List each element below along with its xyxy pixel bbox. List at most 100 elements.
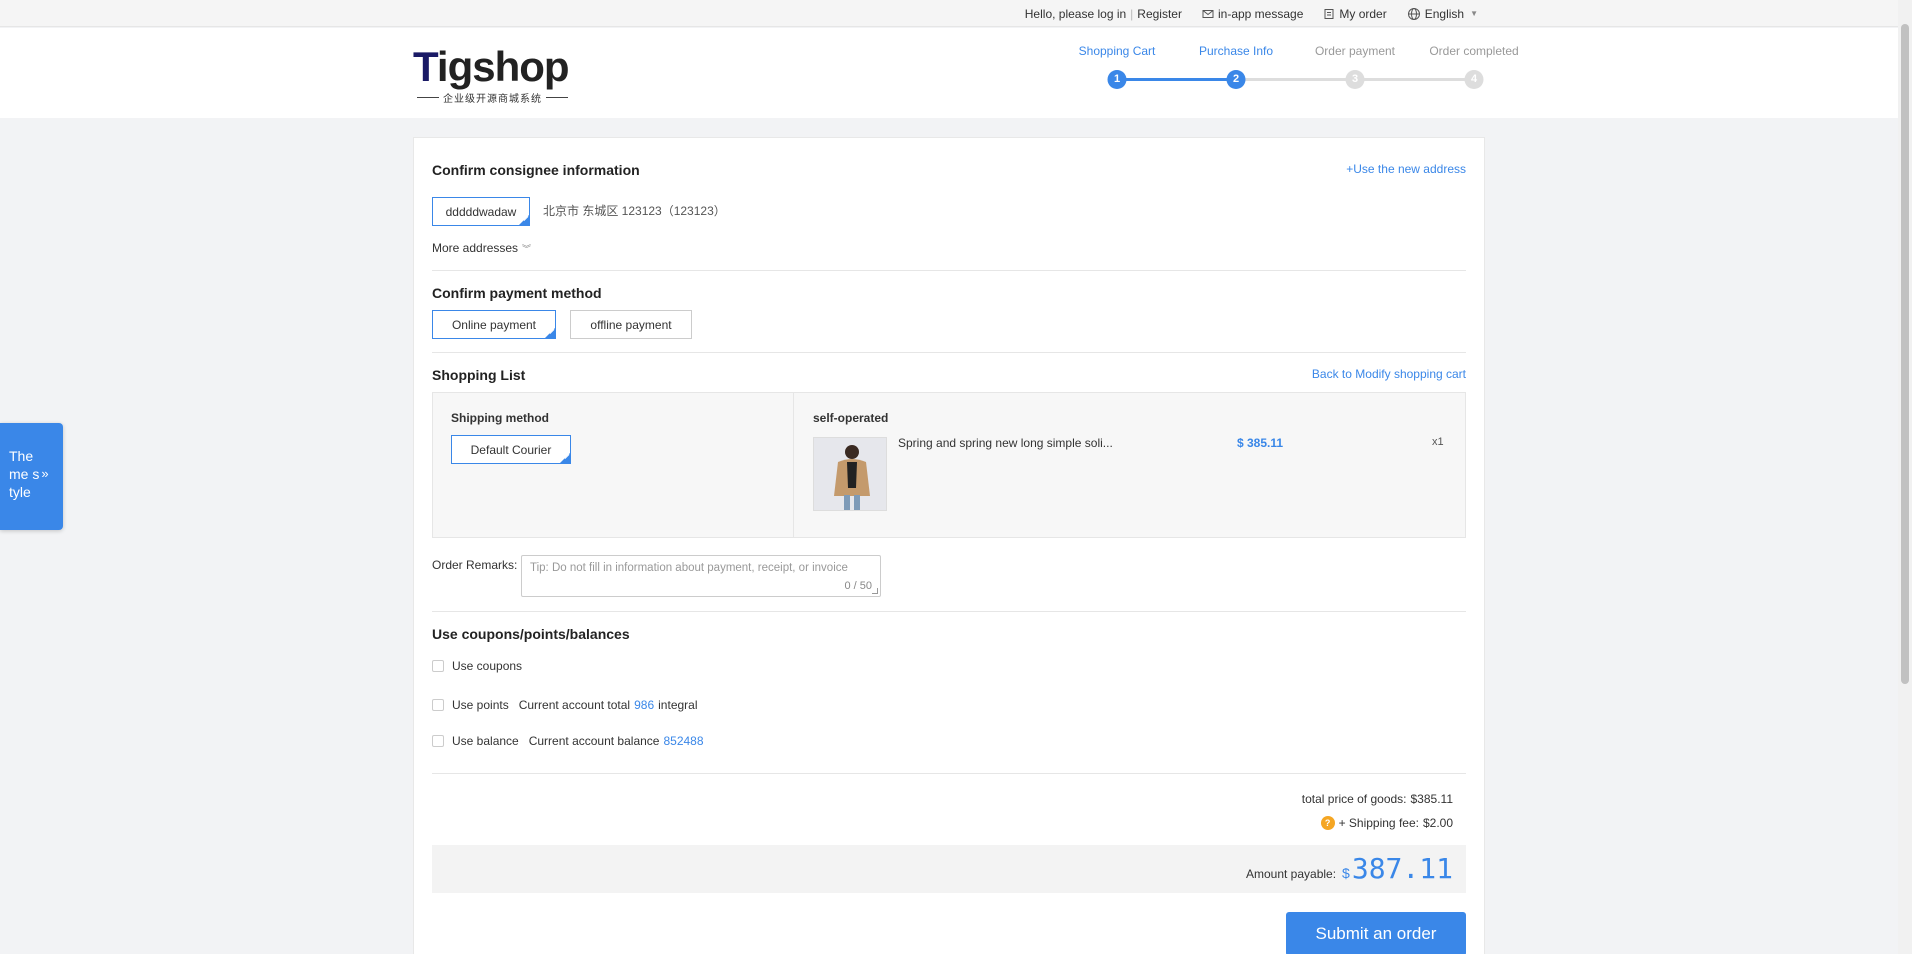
resize-handle-icon[interactable] (872, 588, 878, 594)
step-line-3 (1355, 78, 1474, 81)
remarks-label: Order Remarks: (432, 558, 518, 572)
logo-wordmark: Tigshop (413, 43, 570, 90)
shopping-list-title: Shopping List (432, 367, 526, 383)
scrollbar-thumb[interactable] (1901, 24, 1909, 684)
header: Tigshop 企业级开源商城系统 Shopping Cart Purchase… (0, 28, 1898, 118)
currency-symbol: $ (1342, 865, 1350, 881)
payment-title: Confirm payment method (432, 285, 602, 301)
theme-tab-line2-row: me s » (9, 465, 63, 483)
double-chevron-right-icon: » (41, 466, 49, 481)
online-payment-label: Online payment (451, 317, 537, 332)
points-unit: integral (658, 698, 698, 712)
divider (432, 611, 1466, 612)
shipping-method-title: Shipping method (451, 411, 549, 425)
top-bar-links: Hello, please log in | Register in-app m… (1025, 0, 1478, 27)
my-order-label: My order (1339, 6, 1387, 21)
step-line-2 (1236, 78, 1355, 81)
question-icon[interactable]: ? (1320, 816, 1335, 830)
step-label-cart: Shopping Cart (1078, 44, 1156, 58)
step-line-1 (1117, 78, 1236, 81)
step-label-purchase: Purchase Info (1198, 44, 1274, 58)
balance-desc: Current account balance (528, 734, 660, 748)
back-to-cart-link[interactable]: Back to Modify shopping cart (1312, 367, 1466, 381)
points-value: 986 (634, 698, 655, 712)
shipping-fee-value: $2.00 (1422, 816, 1453, 830)
amount-payable-label: Amount payable: (1245, 867, 1337, 881)
offline-payment-option[interactable]: offline payment (570, 310, 692, 339)
double-chevron-down-icon: ︾ (522, 243, 532, 254)
top-bar: Hello, please log in | Register in-app m… (0, 0, 1898, 27)
selected-check-icon (544, 327, 556, 339)
product-photo (814, 438, 886, 510)
shipping-method-panel: Shipping method Default Courier (433, 393, 794, 537)
points-checkbox[interactable] (432, 699, 444, 711)
logo-subtitle: 企业级开源商城系统 (417, 90, 568, 105)
mail-icon (1202, 9, 1214, 18)
submit-order-button[interactable]: Submit an order (1286, 912, 1466, 954)
product-image[interactable] (813, 437, 887, 511)
checkout-card: Confirm consignee information +Use the n… (413, 137, 1485, 954)
points-desc: Current account total (518, 698, 631, 712)
selected-check-icon (518, 214, 530, 226)
use-coupons-option[interactable]: Use coupons (432, 659, 522, 673)
divider (432, 773, 1466, 774)
use-points-option[interactable]: Use points Current account total 986 int… (432, 698, 698, 712)
language-selector[interactable]: English ▼ (1407, 7, 1478, 21)
discounts-title: Use coupons/points/balances (432, 626, 630, 642)
address-name: dddddwadaw (445, 204, 517, 219)
use-balance-option[interactable]: Use balance Current account balance 8524… (432, 734, 704, 748)
balance-value: 852488 (663, 734, 704, 748)
step-dot-2: 2 (1226, 70, 1246, 89)
balance-checkbox[interactable] (432, 735, 444, 747)
more-addresses-toggle[interactable]: More addresses ︾ (432, 241, 531, 255)
message-link[interactable]: in-app message (1202, 7, 1303, 21)
step-dot-4: 4 (1464, 70, 1484, 89)
globe-icon (1407, 7, 1420, 20)
shipping-fee-label: + Shipping fee: (1338, 816, 1419, 830)
product-name[interactable]: Spring and spring new long simple soli..… (898, 436, 1113, 450)
consignee-title: Confirm consignee information (432, 162, 640, 178)
store-name: self-operated (813, 411, 889, 425)
new-address-link[interactable]: +Use the new address (1346, 162, 1466, 176)
checkout-progress: Shopping Cart Purchase Info Order paymen… (1060, 44, 1530, 94)
amount-payable-bar: Amount payable: $ 387.11 (432, 845, 1466, 893)
remarks-textarea[interactable]: Tip: Do not fill in information about pa… (521, 555, 881, 597)
remarks-placeholder: Tip: Do not fill in information about pa… (530, 562, 848, 574)
coupons-label: Use coupons (452, 659, 523, 673)
coupons-checkbox[interactable] (432, 660, 444, 672)
my-order-link[interactable]: My order (1323, 6, 1387, 21)
message-label: in-app message (1217, 6, 1304, 21)
online-payment-option[interactable]: Online payment (432, 310, 556, 339)
page-scrollbar[interactable] (1898, 0, 1912, 954)
offline-payment-label: offline payment (590, 317, 672, 332)
language-label: English (1424, 6, 1465, 21)
amount-payable: Amount payable: $ 387.11 (1246, 852, 1453, 885)
caret-down-icon: ▼ (1470, 9, 1478, 18)
more-addresses-label: More addresses (432, 241, 519, 255)
address-detail: 北京市 东城区 123123（123123） (543, 204, 726, 218)
shipping-fee-row: ? + Shipping fee: $2.00 (1320, 816, 1453, 830)
amount-payable-value: 387.11 (1351, 852, 1453, 885)
product-quantity: x1 (1432, 436, 1444, 448)
theme-tab-line2: me s (9, 466, 40, 482)
order-icon (1324, 8, 1334, 19)
step-dot-1: 1 (1107, 70, 1127, 89)
remarks-char-count: 0 / 50 (844, 580, 872, 592)
shopping-list: Shipping method Default Courier self-ope… (432, 392, 1466, 538)
theme-style-tab[interactable]: The me s » tyle (0, 423, 63, 530)
login-link[interactable]: Hello, please log in (1025, 7, 1126, 21)
points-label: Use points (452, 698, 509, 712)
goods-total-label: total price of goods: (1301, 792, 1407, 806)
step-dot-3: 3 (1345, 70, 1365, 89)
theme-tab-line3: tyle (9, 484, 31, 500)
product-panel: self-operated Spring and spring new long… (795, 393, 1465, 537)
address-option-selected[interactable]: dddddwadaw (432, 197, 530, 226)
courier-option-selected[interactable]: Default Courier (451, 435, 571, 464)
courier-label: Default Courier (470, 442, 552, 457)
register-link[interactable]: Register (1137, 7, 1182, 21)
tigshop-logo[interactable]: Tigshop 企业级开源商城系统 (413, 43, 588, 106)
selected-check-icon (559, 452, 571, 464)
step-label-payment: Order payment (1314, 44, 1396, 58)
step-label-completed: Order completed (1429, 44, 1519, 58)
separator: | (1130, 6, 1134, 21)
